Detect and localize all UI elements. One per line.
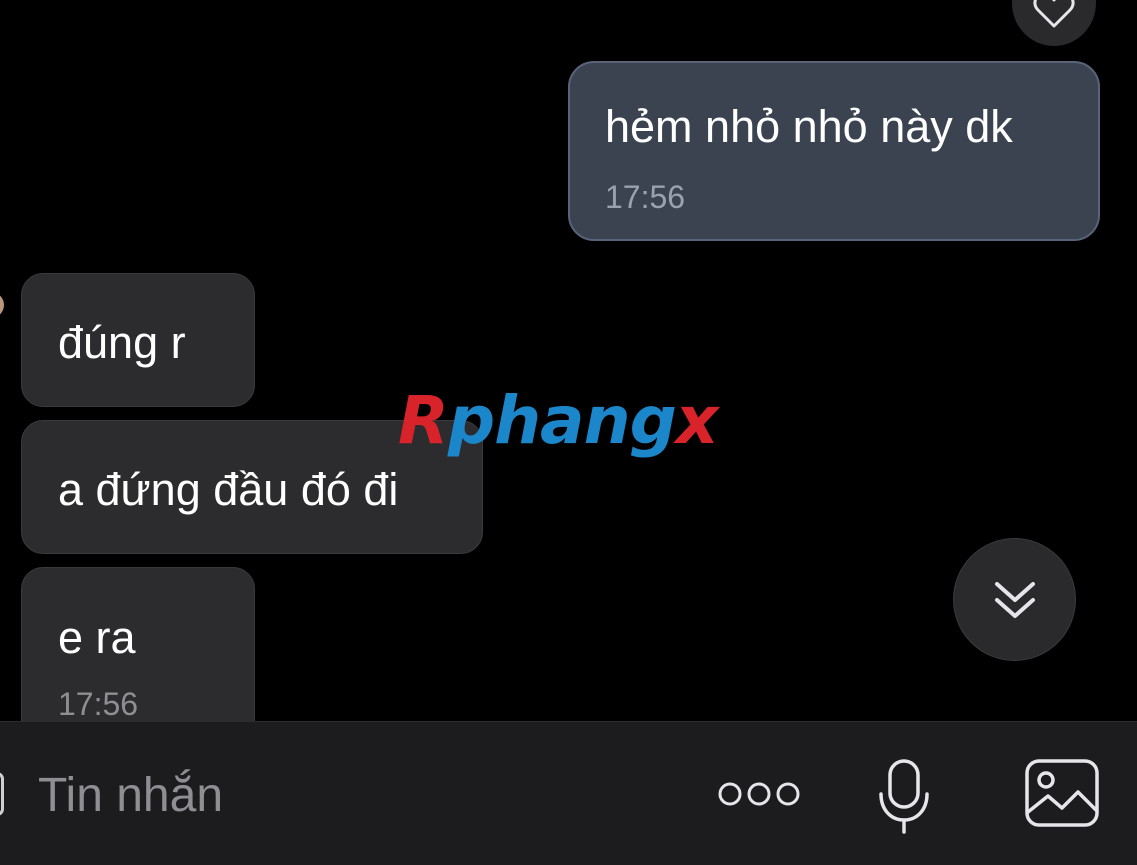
double-chevron-down-icon <box>994 581 1035 618</box>
more-dots-icon <box>718 782 800 806</box>
message-text: a đứng đầu đó đi <box>58 464 399 515</box>
heart-icon <box>1033 0 1075 28</box>
watermark-text: phang <box>447 382 677 459</box>
message-text: e ra <box>58 612 136 663</box>
more-button[interactable] <box>716 776 802 812</box>
scroll-to-bottom-button[interactable] <box>953 538 1076 661</box>
watermark-letter: R <box>398 382 449 459</box>
message-text: hẻm nhỏ nhỏ này dk <box>605 101 1013 152</box>
composer-left-edge[interactable] <box>0 772 4 816</box>
avatar[interactable] <box>0 292 4 318</box>
message-bubble-outgoing[interactable]: hẻm nhỏ nhỏ này dk 17:56 <box>568 61 1100 241</box>
attach-image-button[interactable] <box>1024 758 1100 828</box>
image-icon <box>1025 759 1099 827</box>
message-bubble-incoming[interactable]: đúng r <box>21 273 255 407</box>
microphone-icon <box>879 759 929 834</box>
chat-screen: hẻm nhỏ nhỏ này dk 17:56 đúng r a đứng đ… <box>0 0 1137 865</box>
react-button[interactable] <box>1012 0 1096 46</box>
message-time: 17:56 <box>605 179 686 215</box>
message-composer: Tin nhắn <box>0 721 1137 865</box>
message-text: đúng r <box>58 317 186 368</box>
voice-message-button[interactable] <box>876 758 932 834</box>
message-input[interactable]: Tin nhắn <box>38 768 223 823</box>
watermark-logo: Rphangx <box>398 388 718 454</box>
watermark-letter: x <box>675 382 719 459</box>
message-time: 17:56 <box>58 686 139 722</box>
